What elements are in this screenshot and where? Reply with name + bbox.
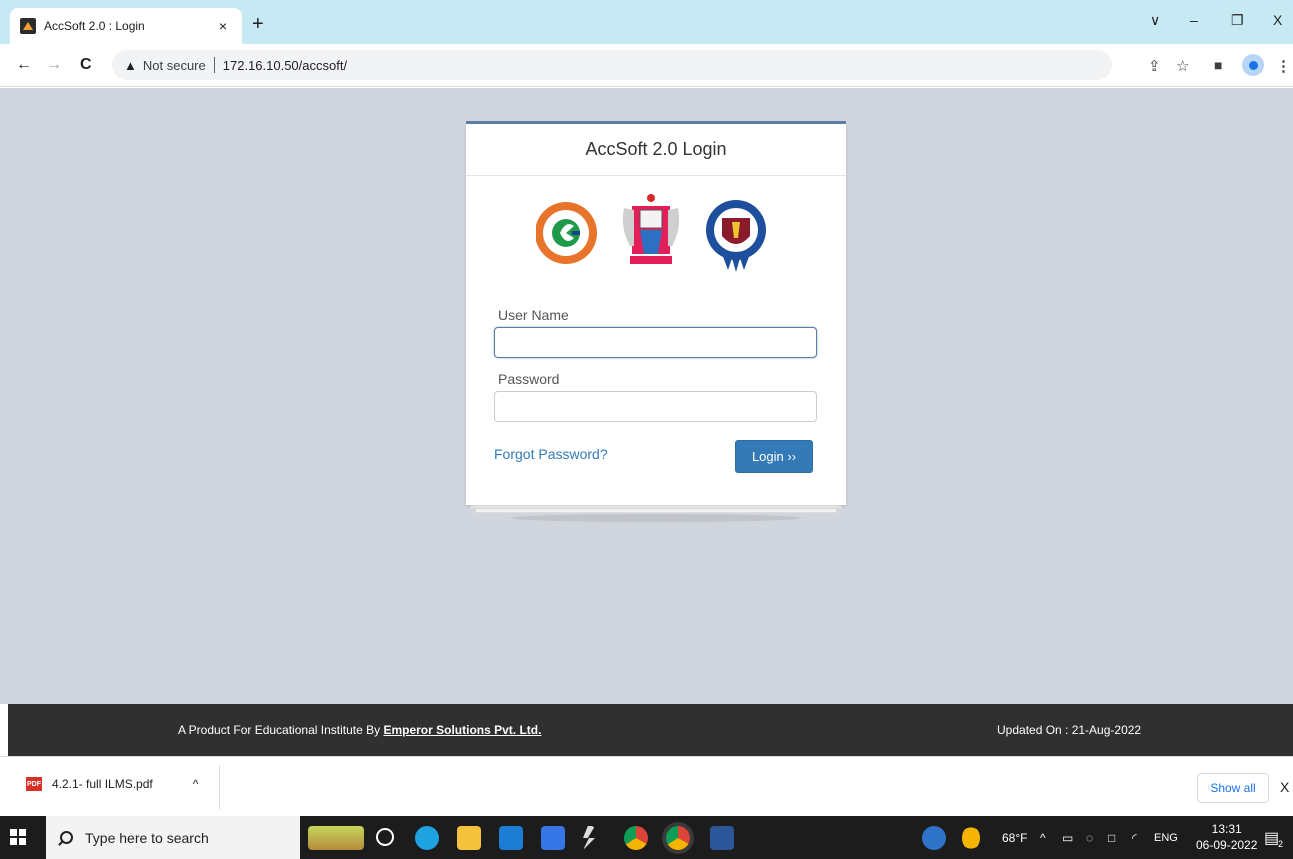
- institute-logo-center-icon: [622, 194, 680, 264]
- tab-close-icon[interactable]: ×: [214, 18, 232, 34]
- windows-taskbar: Type here to search 68°F ^ ▭ ◌ □ ◜ ENG 1…: [0, 816, 1293, 859]
- forgot-password-link[interactable]: Forgot Password?: [494, 446, 608, 462]
- language-indicator[interactable]: ENG: [1154, 816, 1178, 859]
- browser-tabstrip: AccSoft 2.0 : Login × + ∨ – ❐ X: [0, 0, 1293, 44]
- card-shadow: [510, 514, 802, 522]
- wifi-icon[interactable]: ◜: [1132, 816, 1137, 859]
- card-stack-layer: [475, 509, 837, 513]
- chevron-up-icon[interactable]: ^: [193, 777, 199, 791]
- clock-date: 06-09-2022: [1196, 838, 1258, 852]
- search-icon: [60, 831, 73, 844]
- show-all-button[interactable]: Show all: [1197, 773, 1269, 803]
- download-file-name[interactable]: 4.2.1- full ILMS.pdf: [52, 777, 153, 791]
- tab-title: AccSoft 2.0 : Login: [44, 19, 145, 33]
- weather-temperature[interactable]: 68°F: [1002, 816, 1027, 859]
- divider: [219, 765, 220, 809]
- username-label: User Name: [498, 307, 569, 323]
- pdf-file-icon: PDF: [26, 777, 42, 791]
- tab-search-dropdown-icon[interactable]: ∨: [1150, 12, 1160, 29]
- star-icon[interactable]: ☆: [1176, 57, 1189, 75]
- password-input[interactable]: [494, 391, 817, 422]
- password-label: Password: [498, 371, 560, 387]
- mail-icon[interactable]: [499, 826, 523, 850]
- search-highlight-icon[interactable]: [308, 826, 364, 850]
- menu-icon[interactable]: ⋮: [1276, 57, 1291, 75]
- notification-center-icon[interactable]: ▤: [1264, 816, 1279, 859]
- battery-icon[interactable]: ▭: [1062, 816, 1073, 859]
- chrome-active-icon[interactable]: [666, 826, 690, 850]
- minimize-icon[interactable]: –: [1190, 12, 1198, 28]
- new-tab-button[interactable]: +: [252, 14, 264, 34]
- browser-tab[interactable]: AccSoft 2.0 : Login ×: [10, 8, 242, 44]
- download-item[interactable]: PDF 4.2.1- full ILMS.pdf ^: [26, 777, 198, 791]
- site-favicon-icon: [20, 18, 36, 34]
- display-icon[interactable]: □: [1108, 816, 1115, 859]
- app-bolt-icon[interactable]: [583, 826, 595, 850]
- window-close-icon[interactable]: X: [1273, 12, 1282, 28]
- file-explorer-icon[interactable]: [457, 826, 481, 850]
- back-icon[interactable]: ←: [16, 56, 32, 74]
- restore-icon[interactable]: ❐: [1231, 12, 1244, 29]
- login-button[interactable]: Login ››: [735, 440, 813, 473]
- reload-icon[interactable]: C: [80, 56, 92, 74]
- meet-icon[interactable]: ◌: [1086, 816, 1093, 859]
- card-stack-layer: [470, 505, 842, 509]
- footer-product-text: A Product For Educational Institute By: [178, 723, 384, 737]
- clock-time: 13:31: [1211, 822, 1242, 836]
- windows-start-icon[interactable]: [10, 829, 26, 845]
- login-card-header: AccSoft 2.0 Login: [466, 124, 846, 176]
- downloads-bar: PDF 4.2.1- full ILMS.pdf ^ Show all X: [0, 756, 1293, 816]
- login-title: AccSoft 2.0 Login: [585, 139, 727, 159]
- page-footer: A Product For Educational Institute By E…: [8, 704, 1293, 756]
- browser-toolbar: ← → C ▲ Not secure 172.16.10.50/accsoft/…: [0, 44, 1293, 87]
- downloads-close-icon[interactable]: X: [1280, 779, 1289, 795]
- chevron-up-icon[interactable]: ^: [1040, 816, 1046, 859]
- login-card: AccSoft 2.0 Login User Name Password For…: [466, 121, 846, 505]
- taskbar-search-placeholder: Type here to search: [85, 829, 209, 846]
- taskbar-clock[interactable]: 13:31 06-09-2022: [1196, 821, 1257, 853]
- side-panel-icon[interactable]: ■: [1214, 57, 1222, 73]
- word-icon[interactable]: [710, 826, 734, 850]
- footer-updated-text: Updated On : 21-Aug-2022: [997, 723, 1142, 737]
- notification-count: 2: [1278, 838, 1284, 849]
- warning-icon[interactable]: ▲: [124, 58, 137, 73]
- share-icon[interactable]: ⇪: [1148, 57, 1161, 75]
- page-background: AccSoft 2.0 Login User Name Password For…: [0, 88, 1293, 704]
- address-bar[interactable]: ▲ Not secure 172.16.10.50/accsoft/: [112, 50, 1112, 80]
- divider: [213, 57, 215, 73]
- url-text[interactable]: 172.16.10.50/accsoft/: [223, 58, 347, 73]
- help-icon[interactable]: [922, 826, 946, 850]
- footer-company-link[interactable]: Emperor Solutions Pvt. Ltd.: [383, 723, 541, 737]
- taskbar-search[interactable]: Type here to search: [46, 816, 300, 859]
- dropbox-icon[interactable]: [541, 826, 565, 850]
- edge-icon[interactable]: [415, 826, 439, 850]
- footer-product-line: A Product For Educational Institute By E…: [178, 723, 541, 737]
- chrome-icon[interactable]: [624, 826, 648, 850]
- username-input[interactable]: [494, 327, 817, 358]
- institution-logos: [535, 188, 776, 278]
- institute-logo-left-icon: [535, 202, 597, 264]
- forward-icon[interactable]: →: [46, 56, 62, 74]
- cortana-icon[interactable]: [376, 828, 394, 846]
- institute-logo-right-icon: [706, 200, 766, 272]
- moon-weather-icon[interactable]: [962, 827, 980, 849]
- security-label[interactable]: Not secure: [143, 58, 206, 73]
- profile-icon[interactable]: [1242, 54, 1264, 76]
